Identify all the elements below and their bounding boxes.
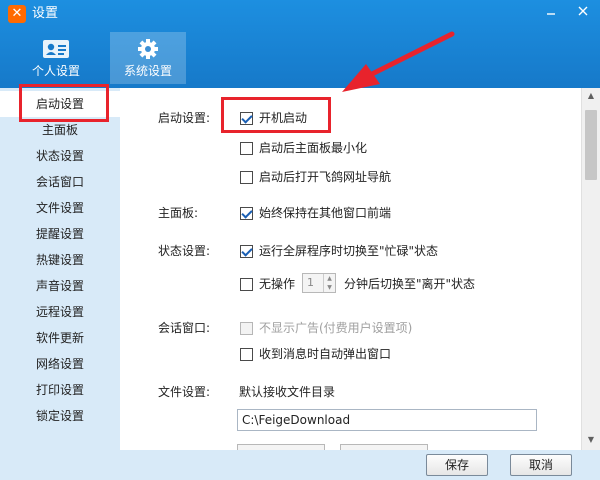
content-scrollbar[interactable]: ▲ ▼ xyxy=(581,88,600,450)
stepper-arrows-icon[interactable]: ▲ ▼ xyxy=(323,274,335,292)
checkbox-checked[interactable] xyxy=(240,244,253,258)
option-hide-ads-label: 不显示广告(付费用户设置项) xyxy=(259,321,413,335)
scroll-thumb[interactable] xyxy=(585,110,597,180)
tab-system-settings[interactable]: 系统设置 xyxy=(110,32,186,84)
close-button[interactable] xyxy=(572,2,594,22)
download-dir-label: 默认接收文件目录 xyxy=(239,385,336,399)
gear-icon xyxy=(138,39,158,59)
option-open-navigation-label: 启动后打开飞鸽网址导航 xyxy=(259,170,392,184)
feige-logo-icon: ✕ xyxy=(8,5,26,23)
sidebar-item-sound[interactable]: 声音设置 xyxy=(0,273,120,299)
checkbox-checked[interactable] xyxy=(240,206,253,220)
idle-minutes-value: 1 xyxy=(307,276,314,289)
tab-personal-settings[interactable]: 个人设置 xyxy=(18,32,94,84)
option-auto-popup-label: 收到消息时自动弹出窗口 xyxy=(259,347,392,361)
option-auto-popup[interactable]: 收到消息时自动弹出窗口 xyxy=(240,346,391,362)
sidebar-item-remote[interactable]: 远程设置 xyxy=(0,299,120,325)
sidebar-item-status[interactable]: 状态设置 xyxy=(0,143,120,169)
section-label-chat: 会话窗口: xyxy=(158,321,211,335)
checkbox[interactable] xyxy=(240,170,253,184)
checkbox[interactable] xyxy=(240,277,253,291)
tab-personal-settings-label: 个人设置 xyxy=(31,64,80,78)
settings-window: ✕ 设置 个人设置 系统设置 启动设置 主面板 状态设置 会话窗口 文件设置 提… xyxy=(0,0,600,480)
option-fullscreen-busy[interactable]: 运行全屏程序时切换至"忙碌"状态 xyxy=(240,243,438,259)
sidebar-item-chat-window[interactable]: 会话窗口 xyxy=(0,169,120,195)
option-always-on-top-label: 始终保持在其他窗口前端 xyxy=(259,206,392,220)
sidebar-item-reminder[interactable]: 提醒设置 xyxy=(0,221,120,247)
minimize-icon xyxy=(547,13,555,15)
scroll-down-icon[interactable]: ▼ xyxy=(582,432,600,448)
option-idle-away-suffix: 分钟后切换至"离开"状态 xyxy=(344,277,476,291)
option-idle-away[interactable]: 无操作 xyxy=(240,276,295,292)
option-minimize-on-start[interactable]: 启动后主面板最小化 xyxy=(240,140,367,156)
sidebar-item-print[interactable]: 打印设置 xyxy=(0,377,120,403)
section-label-file: 文件设置: xyxy=(158,385,211,399)
sidebar-item-startup[interactable]: 启动设置 xyxy=(0,91,120,117)
sidebar: 启动设置 主面板 状态设置 会话窗口 文件设置 提醒设置 热键设置 声音设置 远… xyxy=(0,88,120,480)
save-button[interactable]: 保存 xyxy=(426,454,488,476)
checkbox[interactable] xyxy=(240,141,253,155)
option-hide-ads: 不显示广告(付费用户设置项) xyxy=(240,320,412,336)
option-minimize-on-start-label: 启动后主面板最小化 xyxy=(259,141,368,155)
sidebar-item-lock[interactable]: 锁定设置 xyxy=(0,403,120,429)
sidebar-item-hotkey[interactable]: 热键设置 xyxy=(0,247,120,273)
option-fullscreen-busy-label: 运行全屏程序时切换至"忙碌"状态 xyxy=(259,244,439,258)
download-dir-input[interactable]: C:\FeigeDownload xyxy=(237,409,537,431)
cancel-button[interactable]: 取消 xyxy=(510,454,572,476)
sidebar-item-file[interactable]: 文件设置 xyxy=(0,195,120,221)
header-bar: ✕ 设置 个人设置 系统设置 xyxy=(0,0,600,88)
scroll-up-icon[interactable]: ▲ xyxy=(582,88,600,104)
sidebar-item-main-panel[interactable]: 主面板 xyxy=(0,117,120,143)
option-always-on-top[interactable]: 始终保持在其他窗口前端 xyxy=(240,205,391,221)
minimize-button[interactable] xyxy=(540,2,562,22)
checkbox-disabled xyxy=(240,321,253,335)
section-label-status: 状态设置: xyxy=(158,244,211,258)
option-auto-start-label: 开机启动 xyxy=(259,111,308,125)
sidebar-item-update[interactable]: 软件更新 xyxy=(0,325,120,351)
footer-bar: 保存 取消 xyxy=(120,450,600,480)
tab-system-settings-label: 系统设置 xyxy=(123,64,172,78)
option-auto-start[interactable]: 开机启动 xyxy=(240,110,307,126)
option-idle-away-prefix: 无操作 xyxy=(259,277,296,291)
option-open-navigation[interactable]: 启动后打开飞鸽网址导航 xyxy=(240,169,391,185)
section-label-startup: 启动设置: xyxy=(158,111,211,125)
person-card-icon xyxy=(43,40,69,58)
checkbox[interactable] xyxy=(240,347,253,361)
close-icon xyxy=(578,6,588,16)
section-label-main-panel: 主面板: xyxy=(158,206,199,220)
window-title: 设置 xyxy=(32,6,59,21)
idle-minutes-stepper[interactable]: 1 ▲ ▼ xyxy=(302,273,336,293)
settings-content: 启动设置: 开机启动 启动后主面板最小化 启动后打开飞鸽网址导航 主面板: 始终… xyxy=(120,88,600,450)
checkbox-checked[interactable] xyxy=(240,111,253,125)
sidebar-item-network[interactable]: 网络设置 xyxy=(0,351,120,377)
